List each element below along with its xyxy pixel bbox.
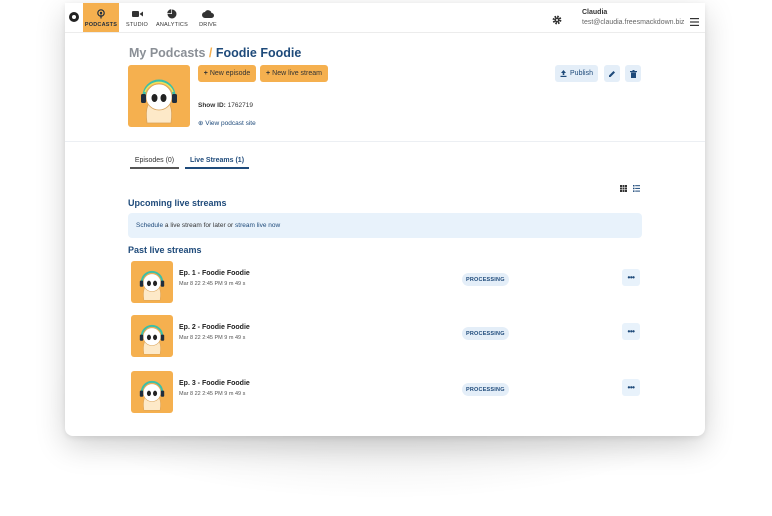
pie-chart-icon: [167, 8, 177, 20]
breadcrumb-my-podcasts[interactable]: My Podcasts: [129, 46, 205, 60]
breadcrumb-separator: /: [208, 46, 213, 60]
plus-icon: +: [266, 70, 271, 77]
nav-label: PODCASTS: [84, 21, 118, 28]
episode-thumbnail[interactable]: [131, 371, 173, 413]
top-navbar: PODCASTS STUDIO ANALYTICS DRIVE Claudia …: [65, 3, 705, 33]
episode-thumbnail[interactable]: [131, 315, 173, 357]
podcast-icon: [96, 8, 106, 20]
more-options-button[interactable]: •••: [622, 379, 640, 396]
episode-title[interactable]: Ep. 2 - Foodie Foodie: [179, 324, 250, 331]
new-live-stream-button[interactable]: + New live stream: [260, 65, 328, 82]
show-id-label: Show ID:: [198, 102, 226, 109]
more-options-button[interactable]: •••: [622, 323, 640, 340]
headphones-mascot-icon: [139, 270, 165, 301]
status-badge: PROCESSING: [462, 327, 509, 340]
headphones-mascot-icon: [139, 380, 165, 411]
nav-podcasts[interactable]: PODCASTS: [83, 3, 119, 32]
episode-meta: Mar 8 22 2:45 PM 9 m 49 s: [179, 281, 246, 287]
headphones-mascot-icon: [141, 79, 177, 124]
past-live-streams-heading: Past live streams: [128, 245, 202, 255]
trash-icon: [629, 69, 637, 78]
show-id-value: 1762719: [227, 102, 253, 109]
headphones-mascot-icon: [139, 324, 165, 355]
stream-live-now-link[interactable]: stream live now: [235, 222, 280, 229]
divider: [65, 141, 705, 142]
nav-label: DRIVE: [199, 21, 217, 28]
show-id: Show ID: 1762719: [198, 102, 253, 109]
nav-analytics[interactable]: ANALYTICS: [155, 3, 189, 32]
cloud-icon: [202, 8, 214, 20]
upload-icon: [560, 70, 567, 77]
nav-studio[interactable]: STUDIO: [122, 3, 152, 32]
upcoming-notice: Schedule a live stream for later or stre…: [128, 213, 642, 238]
tab-episodes[interactable]: Episodes (0): [130, 153, 179, 169]
breadcrumb: My Podcasts / Foodie Foodie: [129, 46, 301, 60]
globe-icon: ⊕: [198, 120, 204, 127]
publish-button[interactable]: Publish: [555, 65, 598, 82]
nav-label: ANALYTICS: [156, 21, 188, 28]
nav-label: STUDIO: [126, 21, 148, 28]
plus-icon: +: [203, 70, 208, 77]
ellipsis-icon: •••: [627, 273, 635, 282]
list-view-icon[interactable]: [633, 179, 640, 197]
notice-text: a live stream for later or: [164, 222, 234, 229]
gear-icon[interactable]: [552, 12, 562, 30]
camera-icon: [131, 8, 143, 20]
tab-live-streams[interactable]: Live Streams (1): [185, 153, 249, 169]
view-podcast-site-label: View podcast site: [205, 120, 256, 127]
podcast-cover-art[interactable]: [128, 65, 190, 127]
list-item[interactable]: Ep. 1 - Foodie Foodie Mar 8 22 2:45 PM 9…: [131, 261, 661, 303]
new-episode-label: New episode: [209, 70, 251, 77]
user-info[interactable]: Claudia test@claudia.freesmackdown.biz: [582, 8, 684, 28]
app-logo-icon[interactable]: [69, 12, 79, 22]
page-title: Foodie Foodie: [215, 46, 302, 60]
ellipsis-icon: •••: [627, 383, 635, 392]
hamburger-menu-icon[interactable]: [690, 13, 699, 31]
more-options-button[interactable]: •••: [622, 269, 640, 286]
nav-drive[interactable]: DRIVE: [193, 3, 223, 32]
user-name: Claudia: [582, 9, 608, 16]
status-badge: PROCESSING: [462, 383, 509, 396]
user-email: test@claudia.freesmackdown.biz: [582, 19, 685, 26]
episode-meta: Mar 8 22 2:45 PM 9 m 49 s: [179, 391, 246, 397]
upcoming-live-streams-heading: Upcoming live streams: [128, 198, 227, 208]
new-live-stream-label: New live stream: [272, 70, 322, 77]
episode-title[interactable]: Ep. 3 - Foodie Foodie: [179, 380, 250, 387]
episode-meta: Mar 8 22 2:45 PM 9 m 49 s: [179, 335, 246, 341]
delete-podcast-button[interactable]: [625, 65, 641, 82]
list-item[interactable]: Ep. 2 - Foodie Foodie Mar 8 22 2:45 PM 9…: [131, 315, 661, 357]
schedule-link[interactable]: Schedule: [136, 222, 163, 229]
pencil-icon: [608, 70, 616, 78]
app-window: PODCASTS STUDIO ANALYTICS DRIVE Claudia …: [65, 3, 705, 436]
edit-podcast-button[interactable]: [604, 65, 620, 82]
view-podcast-site-link[interactable]: ⊕ View podcast site: [198, 119, 256, 127]
episode-title[interactable]: Ep. 1 - Foodie Foodie: [179, 270, 250, 277]
episode-thumbnail[interactable]: [131, 261, 173, 303]
publish-label: Publish: [570, 70, 593, 77]
ellipsis-icon: •••: [627, 327, 635, 336]
new-episode-button[interactable]: + New episode: [198, 65, 256, 82]
list-item[interactable]: Ep. 3 - Foodie Foodie Mar 8 22 2:45 PM 9…: [131, 371, 661, 413]
grid-view-icon[interactable]: [620, 179, 627, 197]
status-badge: PROCESSING: [462, 273, 509, 286]
